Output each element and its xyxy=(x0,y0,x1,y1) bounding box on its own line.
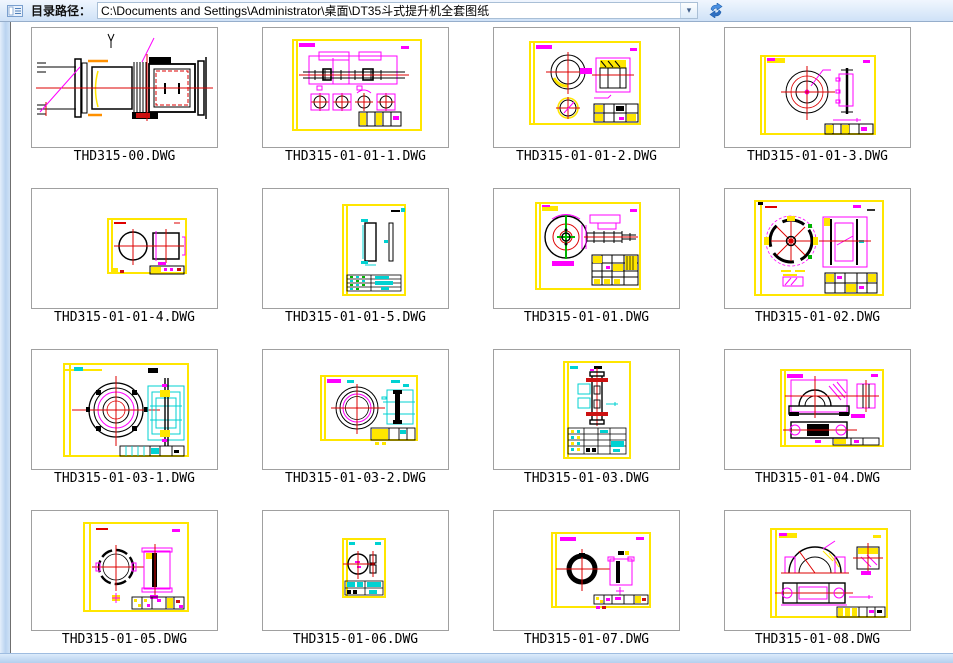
window-edge-bottom xyxy=(0,653,953,663)
dwg-preview-image xyxy=(780,369,884,447)
file-name: THD315-01-01-2.DWG xyxy=(516,149,657,164)
dwg-preview-card xyxy=(262,27,449,148)
dwg-preview-image xyxy=(342,538,386,598)
file-thumbnail[interactable]: THD315-01-06.DWG xyxy=(262,510,449,647)
file-name: THD315-01-07.DWG xyxy=(523,632,650,647)
dwg-preview-image xyxy=(535,202,641,290)
dwg-preview-image xyxy=(107,218,187,275)
dwg-preview-image xyxy=(563,361,631,459)
file-thumbnail[interactable]: THD315-01-05.DWG xyxy=(31,510,218,647)
file-name: THD315-01-03-2.DWG xyxy=(285,471,426,486)
file-name: THD315-01-01-4.DWG xyxy=(54,310,195,325)
file-name: THD315-01-02.DWG xyxy=(754,310,881,325)
file-name: THD315-01-04.DWG xyxy=(754,471,881,486)
dwg-preview-image xyxy=(342,204,406,296)
file-thumbnail[interactable]: THD315-01-04.DWG xyxy=(724,349,911,486)
file-thumbnail[interactable]: THD315-01-03-1.DWG xyxy=(31,349,218,486)
dwg-preview-image xyxy=(770,528,888,618)
thumbnail-panel: THD315-00.DWG THD315-01-01-1.DWG THD315-… xyxy=(11,22,953,653)
file-thumbnail[interactable]: THD315-01-07.DWG xyxy=(493,510,680,647)
dwg-preview-card xyxy=(724,349,911,470)
dwg-preview-image xyxy=(36,33,213,121)
refresh-sync-icon[interactable] xyxy=(707,3,725,18)
thumbnail-grid: THD315-00.DWG THD315-01-01-1.DWG THD315-… xyxy=(31,27,953,647)
file-thumbnail[interactable]: THD315-01-01-3.DWG xyxy=(724,27,911,164)
file-name: THD315-00.DWG xyxy=(73,149,176,164)
file-name: THD315-01-05.DWG xyxy=(61,632,188,647)
dwg-preview-card xyxy=(31,27,218,148)
dwg-preview-image xyxy=(292,39,422,131)
dwg-preview-card xyxy=(724,27,911,148)
window-edge-left xyxy=(0,22,11,653)
file-thumbnail[interactable]: THD315-01-01-1.DWG xyxy=(262,27,449,164)
file-thumbnail[interactable]: THD315-00.DWG xyxy=(31,27,218,164)
dwg-preview-card xyxy=(493,27,680,148)
path-combobox[interactable]: ▾ xyxy=(97,2,699,19)
dwg-preview-card xyxy=(493,188,680,309)
dwg-preview-card xyxy=(31,188,218,309)
chevron-down-icon: ▾ xyxy=(686,5,692,15)
dwg-preview-image xyxy=(83,522,189,612)
file-name: THD315-01-01-3.DWG xyxy=(747,149,888,164)
dwg-preview-card xyxy=(724,510,911,631)
file-name: THD315-01-06.DWG xyxy=(292,632,419,647)
toolbar: 目录路径： ▾ xyxy=(0,0,953,22)
dwg-preview-image xyxy=(320,375,418,445)
dwg-preview-card xyxy=(262,188,449,309)
file-thumbnail[interactable]: THD315-01-01-4.DWG xyxy=(31,188,218,325)
main-area: THD315-00.DWG THD315-01-01-1.DWG THD315-… xyxy=(0,22,953,653)
directory-list-icon[interactable] xyxy=(6,3,24,18)
dwg-preview-image xyxy=(754,200,884,296)
file-name: THD315-01-03.DWG xyxy=(523,471,650,486)
dwg-preview-image xyxy=(551,532,651,609)
file-name: THD315-01-01.DWG xyxy=(523,310,650,325)
file-thumbnail[interactable]: THD315-01-01.DWG xyxy=(493,188,680,325)
path-label: 目录路径： xyxy=(31,4,92,18)
file-thumbnail[interactable]: THD315-01-02.DWG xyxy=(724,188,911,325)
dwg-preview-card xyxy=(493,510,680,631)
dwg-preview-card xyxy=(724,188,911,309)
dwg-preview-card xyxy=(31,510,218,631)
file-name: THD315-01-03-1.DWG xyxy=(54,471,195,486)
cad-file-browser-window: 目录路径： ▾ xyxy=(0,0,953,663)
file-thumbnail[interactable]: THD315-01-08.DWG xyxy=(724,510,911,647)
file-thumbnail[interactable]: THD315-01-03-2.DWG xyxy=(262,349,449,486)
file-thumbnail[interactable]: THD315-01-01-2.DWG xyxy=(493,27,680,164)
dwg-preview-image xyxy=(760,55,876,135)
dropdown-button[interactable]: ▾ xyxy=(680,3,698,18)
dwg-preview-card xyxy=(31,349,218,470)
dwg-preview-image xyxy=(63,363,189,457)
file-thumbnail[interactable]: THD315-01-01-5.DWG xyxy=(262,188,449,325)
dwg-preview-card xyxy=(262,510,449,631)
file-name: THD315-01-01-5.DWG xyxy=(285,310,426,325)
dwg-preview-image xyxy=(529,41,641,125)
path-input[interactable] xyxy=(98,3,681,18)
dwg-preview-card xyxy=(493,349,680,470)
file-thumbnail[interactable]: THD315-01-03.DWG xyxy=(493,349,680,486)
dwg-preview-card xyxy=(262,349,449,470)
file-name: THD315-01-01-1.DWG xyxy=(285,149,426,164)
file-name: THD315-01-08.DWG xyxy=(754,632,881,647)
